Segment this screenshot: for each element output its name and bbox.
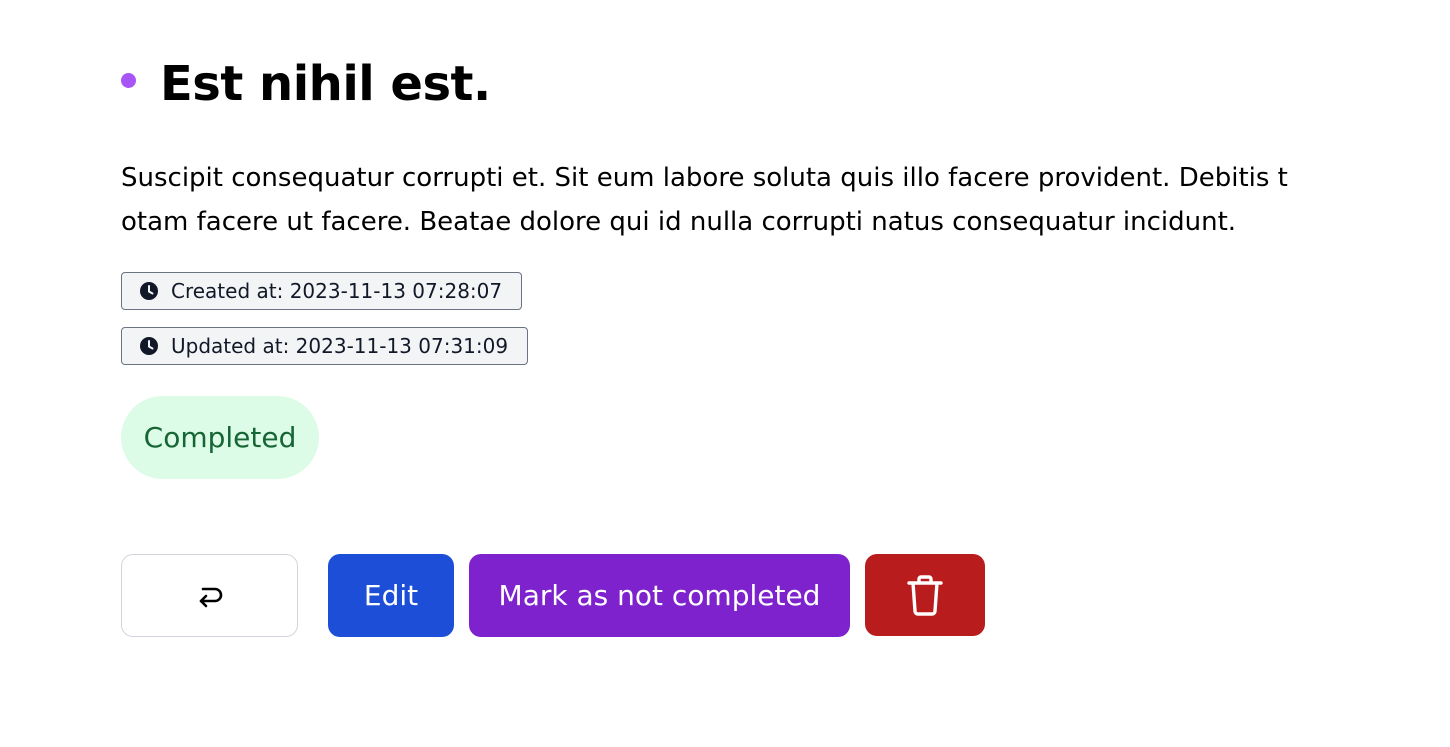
delete-button[interactable] xyxy=(865,554,985,636)
trash-icon xyxy=(907,575,943,616)
clock-icon xyxy=(140,337,158,355)
task-title: Est nihil est. xyxy=(160,56,491,112)
back-button[interactable] xyxy=(121,554,298,637)
title-row: Est nihil est. xyxy=(121,52,491,116)
created-at-text: Created at: 2023-11-13 07:28:07 xyxy=(171,279,503,303)
task-description: Suscipit consequatur corrupti et. Sit eu… xyxy=(121,163,1288,237)
return-arrow-icon xyxy=(199,587,222,607)
updated-at-badge: Updated at: 2023-11-13 07:31:09 xyxy=(121,327,529,365)
created-at-badge: Created at: 2023-11-13 07:28:07 xyxy=(121,272,523,310)
clock-icon xyxy=(140,282,158,300)
updated-at-text: Updated at: 2023-11-13 07:31:09 xyxy=(171,334,509,358)
title-bullet-dot xyxy=(121,72,136,88)
task-detail-page: Est nihil est. Suscipit consequatur corr… xyxy=(0,0,1450,747)
mark-not-completed-button[interactable]: Mark as not completed xyxy=(469,554,850,637)
status-badge: Completed xyxy=(121,396,319,479)
edit-button[interactable]: Edit xyxy=(328,554,454,637)
